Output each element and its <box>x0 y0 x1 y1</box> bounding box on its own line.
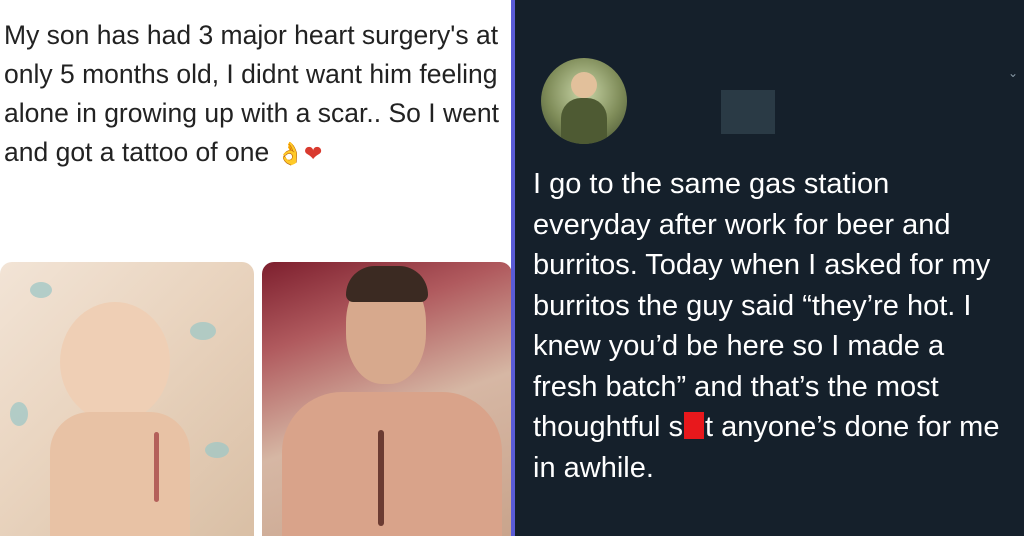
left-post-caption: My son has had 3 major heart surgery's a… <box>4 20 499 167</box>
censor-block <box>683 412 704 439</box>
blanket-pattern <box>190 322 216 340</box>
baby-photo[interactable] <box>0 262 254 536</box>
man-hair <box>346 266 428 302</box>
heart-icon: ❤ <box>304 142 323 167</box>
baby-face <box>60 302 170 422</box>
left-post-text: My son has had 3 major heart surgery's a… <box>4 16 509 174</box>
blanket-pattern <box>205 442 229 458</box>
tweet-text: I go to the same gas station everyday af… <box>533 164 1013 488</box>
scar-tattoo <box>378 430 384 526</box>
scar <box>154 432 159 502</box>
chevron-down-icon[interactable]: ⌄ <box>1008 66 1020 80</box>
blanket-pattern <box>10 402 28 426</box>
avatar-body <box>561 98 607 144</box>
ok-hand-icon: 👌 <box>276 142 305 167</box>
avatar-head <box>571 72 597 98</box>
redacted-username <box>721 90 775 134</box>
man-torso <box>282 392 502 536</box>
right-tweet-panel: ⌄ I go to the same gas station everyday … <box>515 0 1024 536</box>
avatar[interactable] <box>541 58 627 144</box>
blanket-pattern <box>30 282 52 298</box>
left-post-panel: My son has had 3 major heart surgery's a… <box>0 0 512 536</box>
tweet-text-before: I go to the same gas station everyday af… <box>533 168 991 443</box>
tattoo-photo[interactable] <box>262 262 512 536</box>
baby-torso <box>50 412 190 536</box>
